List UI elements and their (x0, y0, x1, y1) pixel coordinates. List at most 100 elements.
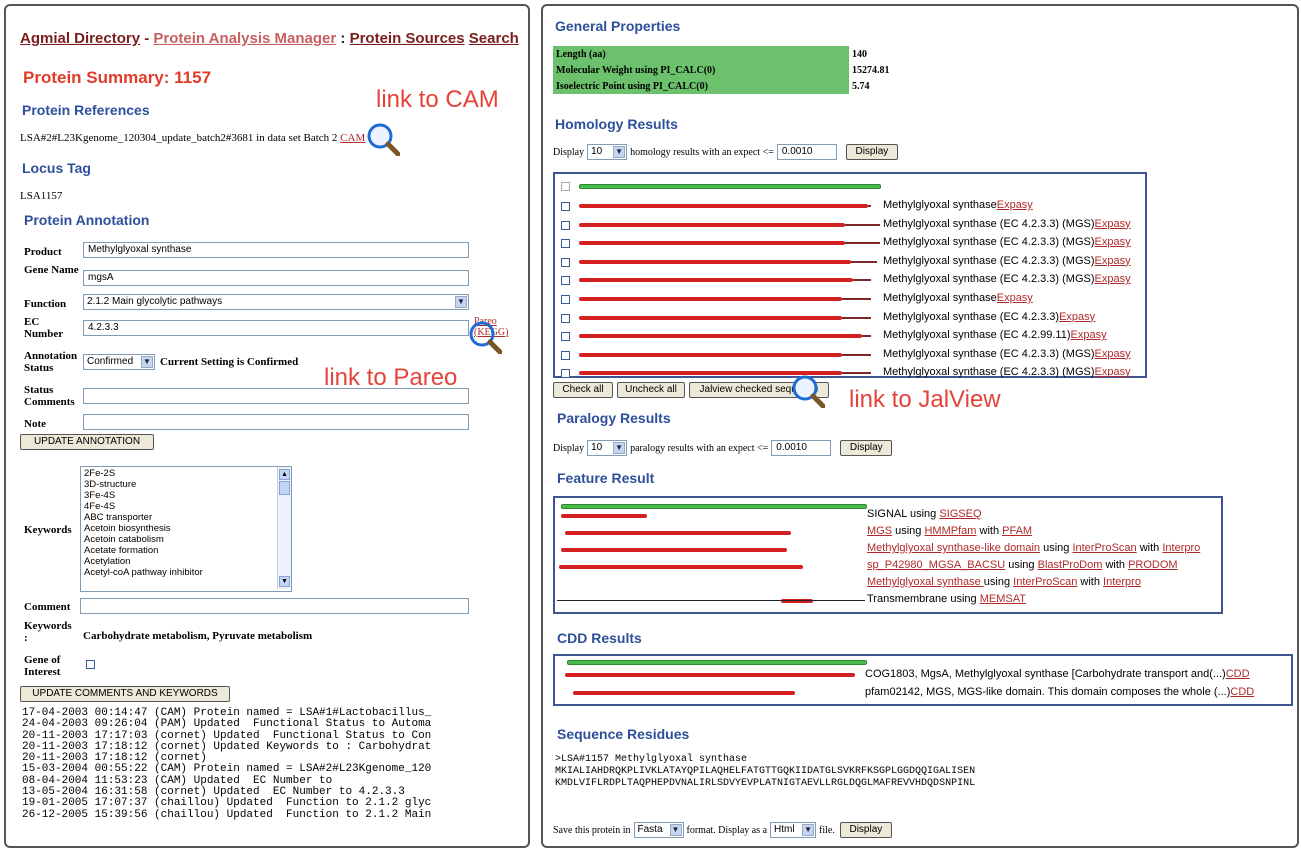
save-format-select[interactable]: Fasta ▼ (633, 822, 684, 838)
paralogy-display-button[interactable]: Display (840, 440, 893, 456)
keyword-option[interactable]: Acetyl-coA pathway inhibitor (84, 567, 288, 578)
expasy-link[interactable]: Expasy (1095, 348, 1131, 360)
paralogy-display-controls: Display 10 ▼ paralogy results with an ex… (553, 440, 893, 456)
product-field[interactable]: Methylglyoxal synthase (83, 242, 469, 258)
homology-expect-field[interactable]: 0.0010 (776, 144, 837, 160)
hit-checkbox[interactable] (561, 220, 570, 230)
expasy-link[interactable]: Expasy (1095, 366, 1131, 378)
hit-label: Methylglyoxal synthase (EC 4.2.3.3)Expas… (883, 311, 1095, 323)
keyword-option[interactable]: 3D-structure (84, 479, 288, 490)
homology-display-button[interactable]: Display (845, 144, 898, 160)
feature-link[interactable]: sp_P42980_MGSA_BACSU (867, 559, 1005, 571)
hit-gap-line (853, 279, 871, 282)
expasy-link[interactable]: Expasy (1095, 255, 1131, 267)
feature-link[interactable]: MEMSAT (980, 593, 1026, 605)
feature-link[interactable]: InterProScan (1013, 576, 1077, 588)
paralogy-expect-field[interactable]: 0.0010 (771, 440, 832, 456)
hit-gap-line (842, 316, 871, 319)
top-nav: Agmial Directory - Protein Analysis Mana… (20, 30, 519, 47)
keyword-option[interactable]: 4Fe-4S (84, 501, 288, 512)
hit-checkbox[interactable] (561, 295, 570, 304)
note-field[interactable] (83, 414, 469, 430)
update-annotation-button[interactable]: UPDATE ANNOTATION (20, 434, 154, 450)
scroll-thumb[interactable] (279, 481, 290, 495)
feature-link[interactable]: Methylglyoxal synthase (867, 576, 984, 588)
feature-link[interactable]: PFAM (1002, 525, 1032, 537)
save-type-select[interactable]: Html ▼ (770, 822, 817, 838)
feature-link[interactable]: Interpro (1103, 576, 1141, 588)
keyword-option[interactable]: 2Fe-2S (84, 468, 288, 479)
nav-protein-sources[interactable]: Protein Sources (350, 30, 465, 47)
keyword-option[interactable]: Acetylation (84, 556, 288, 567)
property-name: Isoelectric Point using PI_CALC(0) (553, 78, 849, 94)
keyword-option[interactable]: Acetoin catabolism (84, 534, 288, 545)
hit-checkbox[interactable] (561, 276, 570, 286)
cdd-link[interactable]: CDD (1226, 668, 1250, 680)
expasy-link[interactable]: Expasy (997, 199, 1033, 211)
feature-text: using (983, 576, 1014, 588)
comment-field[interactable] (80, 598, 469, 614)
hit-checkbox[interactable] (561, 350, 570, 360)
feature-link[interactable]: InterProScan (1072, 542, 1136, 554)
gene-of-interest-checkbox[interactable] (86, 660, 95, 669)
expasy-link[interactable]: Expasy (1095, 273, 1131, 285)
expasy-link[interactable]: Expasy (1095, 218, 1131, 230)
nav-separator: : (336, 30, 350, 47)
hit-label: Methylglyoxal synthase (EC 4.2.3.3) (MGS… (883, 255, 1131, 267)
scroll-down-icon[interactable]: ▼ (279, 576, 290, 587)
ec-number-field[interactable]: 4.2.3.3 (83, 320, 469, 336)
hit-checkbox[interactable] (561, 257, 570, 267)
feature-link[interactable]: Methylglyoxal synthase-like domain (867, 542, 1040, 554)
keyword-option[interactable]: 3Fe-4S (84, 490, 288, 501)
page-title: Protein Summary: 1157 (23, 68, 212, 87)
hit-label: Methylglyoxal synthase (EC 4.2.3.3) (MGS… (883, 236, 1131, 248)
gene-name-field[interactable]: mgsA (83, 270, 469, 286)
function-select[interactable]: 2.1.2 Main glycolytic pathways ▼ (83, 294, 469, 310)
feature-link[interactable]: HMMPfam (924, 525, 976, 537)
feature-link[interactable]: Interpro (1162, 542, 1200, 554)
hit-checkbox[interactable] (561, 313, 570, 323)
hit-gap-line (845, 223, 880, 226)
keyword-option[interactable]: Acetoin biosynthesis (84, 523, 288, 534)
status-comments-field[interactable] (83, 388, 469, 404)
nav-protein-analysis-manager[interactable]: Protein Analysis Manager (153, 30, 336, 47)
feature-bar (561, 514, 647, 518)
nav-search[interactable]: Search (469, 30, 519, 47)
keywords-listbox[interactable]: 2Fe-2S 3D-structure 3Fe-4S 4Fe-4S ABC transp… (80, 466, 292, 592)
feature-gap-line (557, 600, 865, 601)
hit-checkbox[interactable] (561, 332, 570, 342)
expasy-link[interactable]: Expasy (997, 292, 1033, 304)
feature-link[interactable]: PRODOM (1128, 559, 1178, 571)
homology-count-select[interactable]: 10 ▼ (587, 144, 628, 160)
hit-checkbox[interactable] (561, 202, 570, 211)
protein-annotation-heading: Protein Annotation (24, 212, 150, 228)
cam-link[interactable]: CAM (340, 132, 365, 144)
save-display-button[interactable]: Display (839, 822, 892, 838)
keyword-option[interactable]: Acetate formation (84, 545, 288, 556)
keywords-scrollbar[interactable]: ▲ ▼ (277, 467, 291, 589)
expasy-link[interactable]: Expasy (1071, 329, 1107, 341)
update-comments-keywords-button[interactable]: UPDATE COMMENTS AND KEYWORDS (20, 686, 230, 702)
paralogy-results-heading: Paralogy Results (557, 410, 671, 426)
hit-checkbox[interactable] (561, 239, 570, 249)
uncheck-all-button[interactable]: Uncheck all (617, 382, 685, 398)
save-prefix: Save this protein in (553, 824, 631, 836)
homology-hit-row: Methylglyoxal synthase (EC 4.2.99.11)Exp… (555, 328, 1145, 344)
feature-link[interactable]: SIGSEQ (939, 508, 981, 520)
paralogy-display-prefix: Display (553, 442, 585, 454)
homology-hit-row: Methylglyoxal synthase (EC 4.2.3.3) (MGS… (555, 272, 1145, 288)
paralogy-display-middle: paralogy results with an expect <= (630, 442, 769, 454)
feature-link[interactable]: MGS (867, 525, 892, 537)
expasy-link[interactable]: Expasy (1059, 311, 1095, 323)
keyword-option[interactable]: ABC transporter (84, 512, 288, 523)
property-name: Length (aa) (553, 46, 849, 62)
check-all-button[interactable]: Check all (553, 382, 613, 398)
scroll-up-icon[interactable]: ▲ (279, 469, 290, 480)
paralogy-count-select[interactable]: 10 ▼ (587, 440, 628, 456)
cdd-link[interactable]: CDD (1230, 686, 1254, 698)
annotation-status-select[interactable]: Confirmed ▼ (83, 354, 155, 370)
nav-agmial-directory[interactable]: Agmial Directory (20, 30, 140, 47)
feature-link[interactable]: BlastProDom (1038, 559, 1103, 571)
hit-checkbox[interactable] (561, 369, 570, 379)
expasy-link[interactable]: Expasy (1095, 236, 1131, 248)
